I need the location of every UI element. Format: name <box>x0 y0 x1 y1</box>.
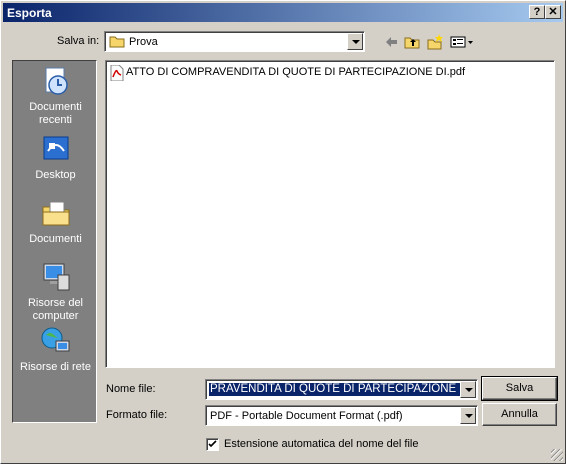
place-desktop[interactable]: Desktop <box>13 133 98 182</box>
place-label: Desktop <box>35 169 76 181</box>
help-button[interactable]: ? <box>529 5 545 19</box>
my-computer-icon <box>43 263 69 291</box>
pdf-file-icon <box>110 64 124 82</box>
cancel-button[interactable]: Annulla <box>482 403 557 426</box>
place-documents[interactable]: Documenti <box>13 197 98 246</box>
title-bar[interactable]: Esporta ? ✕ <box>3 3 563 22</box>
place-recent-documents[interactable]: Documenti recenti <box>13 65 98 127</box>
place-my-computer[interactable]: Risorse del computer <box>13 261 98 323</box>
file-list[interactable]: ATTO DI COMPRAVENDITA DI QUOTE DI PARTEC… <box>105 60 555 368</box>
place-label: Documenti <box>29 233 82 245</box>
place-label: Risorse del computer <box>27 297 84 322</box>
up-folder-icon[interactable] <box>404 34 420 50</box>
place-label: Documenti recenti <box>29 101 82 126</box>
file-name: ATTO DI COMPRAVENDITA DI QUOTE DI PARTEC… <box>126 66 466 78</box>
save-button[interactable]: Salva <box>481 376 558 401</box>
new-folder-icon[interactable] <box>427 34 443 50</box>
back-arrow-icon[interactable] <box>383 34 399 50</box>
auto-extension-label: Estensione automatica del nome del file <box>224 438 419 450</box>
documents-folder-icon <box>42 201 69 226</box>
list-item[interactable]: ATTO DI COMPRAVENDITA DI QUOTE DI PARTEC… <box>110 64 465 84</box>
network-icon <box>41 327 69 352</box>
view-menu-icon[interactable] <box>450 34 474 50</box>
chevron-down-icon[interactable] <box>460 407 476 424</box>
checkmark-icon <box>208 440 217 448</box>
recent-documents-icon <box>45 67 68 95</box>
save-in-label: Salva in: <box>57 35 100 47</box>
filename-value: PRAVENDITA DI QUOTE DI PARTECIPAZIONE DI <box>209 383 460 396</box>
place-network[interactable]: Risorse di rete <box>13 325 98 374</box>
folder-icon <box>109 36 125 48</box>
filename-label: Nome file: <box>106 383 156 395</box>
format-label: Formato file: <box>106 409 168 421</box>
chevron-down-icon[interactable] <box>460 381 476 398</box>
format-select[interactable]: PDF - Portable Document Format (.pdf) <box>205 405 478 426</box>
save-in-value: Prova <box>129 36 158 48</box>
desktop-icon <box>43 136 68 160</box>
chevron-down-icon[interactable] <box>347 33 363 50</box>
save-in-combo[interactable]: Prova <box>104 31 365 52</box>
auto-extension-checkbox[interactable] <box>206 438 219 451</box>
places-bar: Documenti recenti Desktop Documenti Riso… <box>12 60 97 423</box>
close-button[interactable]: ✕ <box>545 5 561 19</box>
window-title: Esporta <box>7 6 52 20</box>
export-dialog: Esporta ? ✕ Salva in: Prova Documenti re… <box>0 0 566 464</box>
resize-grip[interactable] <box>551 449 563 461</box>
place-label: Risorse di rete <box>20 361 91 373</box>
format-value: PDF - Portable Document Format (.pdf) <box>210 410 403 422</box>
filename-input[interactable]: PRAVENDITA DI QUOTE DI PARTECIPAZIONE DI <box>205 379 478 400</box>
